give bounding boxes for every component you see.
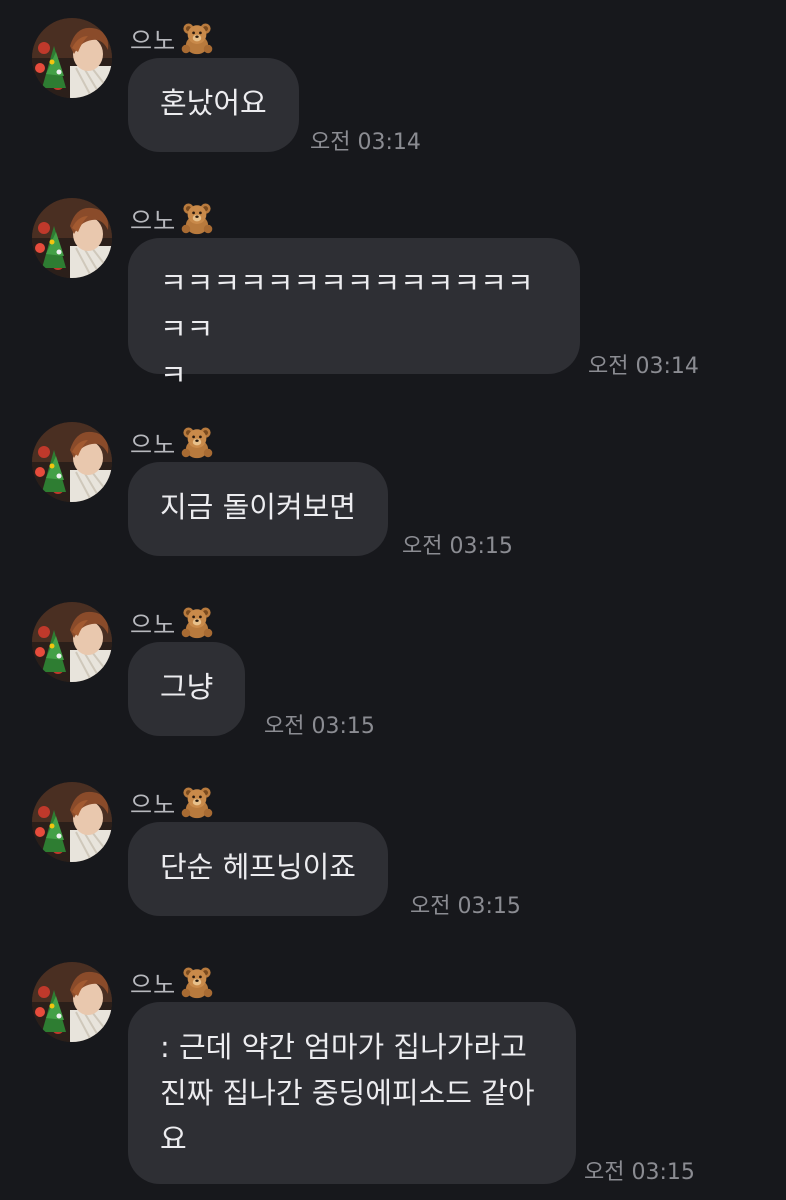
message-bubble[interactable]: 그냥 [128,642,246,736]
teddy-bear-icon [180,965,214,999]
teddy-bear-icon [180,21,214,55]
message-time: 오전 03:15 [584,1160,695,1185]
sender-name: 으노 [130,26,177,55]
teddy-bear-icon [180,425,214,459]
avatar[interactable] [32,782,112,862]
sender-header: 으노 [130,604,214,640]
message-bubble[interactable]: 단순 헤프닝이죠 [128,822,388,916]
avatar[interactable] [32,962,112,1042]
sender-header: 으노 [130,784,214,820]
message-bubble[interactable]: ㅋㅋㅋㅋㅋㅋㅋㅋㅋㅋㅋㅋㅋㅋㅋㅋ ㅋ [128,238,580,392]
teddy-bear-icon [180,785,214,819]
message-bubble[interactable]: : 근데 약간 엄마가 집나가라고 진짜 집나간 중딩에피소드 같아 요 [128,1002,576,1184]
message-time: 오전 03:15 [410,894,521,919]
message-bubble[interactable]: 혼났어요 [128,58,299,152]
sender-header: 으노 [130,20,214,56]
sender-name: 으노 [130,206,177,235]
message-time: 오전 03:14 [588,354,699,379]
avatar[interactable] [32,422,112,502]
sender-header: 으노 [130,964,214,1000]
teddy-bear-icon [180,605,214,639]
sender-name: 으노 [130,790,177,819]
message-time: 오전 03:14 [310,130,421,155]
chat-log: 으노 혼났어요 오전 03:14 으노 ㅋㅋㅋㅋㅋㅋㅋㅋㅋㅋㅋㅋㅋㅋㅋㅋ ㅋ 오… [0,0,786,1200]
sender-header: 으노 [130,424,214,460]
avatar[interactable] [32,18,112,98]
message-time: 오전 03:15 [402,534,513,559]
message-bubble[interactable]: 지금 돌이켜보면 [128,462,388,556]
sender-name: 으노 [130,430,177,459]
avatar[interactable] [32,198,112,278]
avatar[interactable] [32,602,112,682]
teddy-bear-icon [180,201,214,235]
sender-header: 으노 [130,200,214,236]
sender-name: 으노 [130,610,177,639]
message-time: 오전 03:15 [264,714,375,739]
sender-name: 으노 [130,970,177,999]
